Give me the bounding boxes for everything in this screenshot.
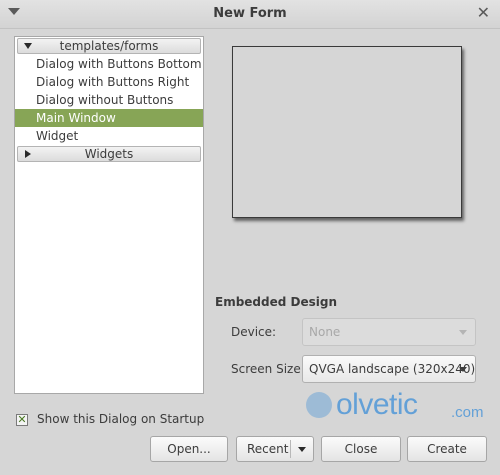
window-title: New Form — [213, 6, 287, 21]
checkmark-icon: ✕ — [17, 413, 27, 426]
device-label: Device: — [231, 325, 277, 339]
tree-item-widget[interactable]: Widget — [15, 127, 203, 145]
show-on-startup-checkbox[interactable]: ✕ — [16, 413, 28, 426]
watermark-tld: .com — [451, 404, 484, 421]
show-on-startup-label[interactable]: Show this Dialog on Startup — [37, 412, 204, 426]
tree-item-dialog-buttons-right[interactable]: Dialog with Buttons Right — [15, 73, 203, 91]
chevron-down-icon[interactable] — [298, 447, 306, 452]
screen-size-select[interactable]: QVGA landscape (320x240) — [302, 355, 476, 383]
button-separator — [290, 440, 291, 458]
tree-group-templates-forms[interactable]: templates/forms — [17, 38, 201, 54]
title-bar: New Form ✕ — [0, 0, 500, 29]
create-button[interactable]: Create — [407, 436, 487, 462]
tree-group-label: Widgets — [84, 147, 134, 161]
watermark-brand: olvetic — [336, 388, 418, 421]
device-value: None — [309, 325, 341, 339]
watermark-logo-icon — [306, 392, 332, 418]
chevron-down-icon — [459, 330, 467, 335]
tree-group-label: templates/forms — [59, 39, 159, 53]
chevron-down-icon — [459, 367, 467, 372]
tree-group-widgets[interactable]: Widgets — [17, 146, 201, 162]
close-button[interactable]: Close — [321, 436, 401, 462]
templates-tree: templates/forms Dialog with Buttons Bott… — [14, 36, 204, 394]
tree-item-dialog-buttons-bottom[interactable]: Dialog with Buttons Bottom — [15, 55, 203, 73]
device-select: None — [302, 318, 476, 346]
tree-item-dialog-without-buttons[interactable]: Dialog without Buttons — [15, 91, 203, 109]
close-icon[interactable]: ✕ — [477, 5, 490, 21]
solvetic-watermark: olvetic .com — [306, 380, 486, 430]
recent-button[interactable]: Recent — [236, 436, 314, 462]
screen-size-value: QVGA landscape (320x240) — [309, 362, 476, 376]
recent-button-label: Recent — [247, 442, 289, 456]
form-preview — [232, 46, 462, 218]
tree-item-main-window[interactable]: Main Window — [15, 109, 203, 127]
embedded-design-heading: Embedded Design — [215, 295, 338, 309]
screen-size-label: Screen Size: — [231, 362, 305, 376]
open-button[interactable]: Open... — [150, 436, 228, 462]
new-form-dialog: New Form ✕ templates/forms Dialog with B… — [0, 0, 500, 475]
